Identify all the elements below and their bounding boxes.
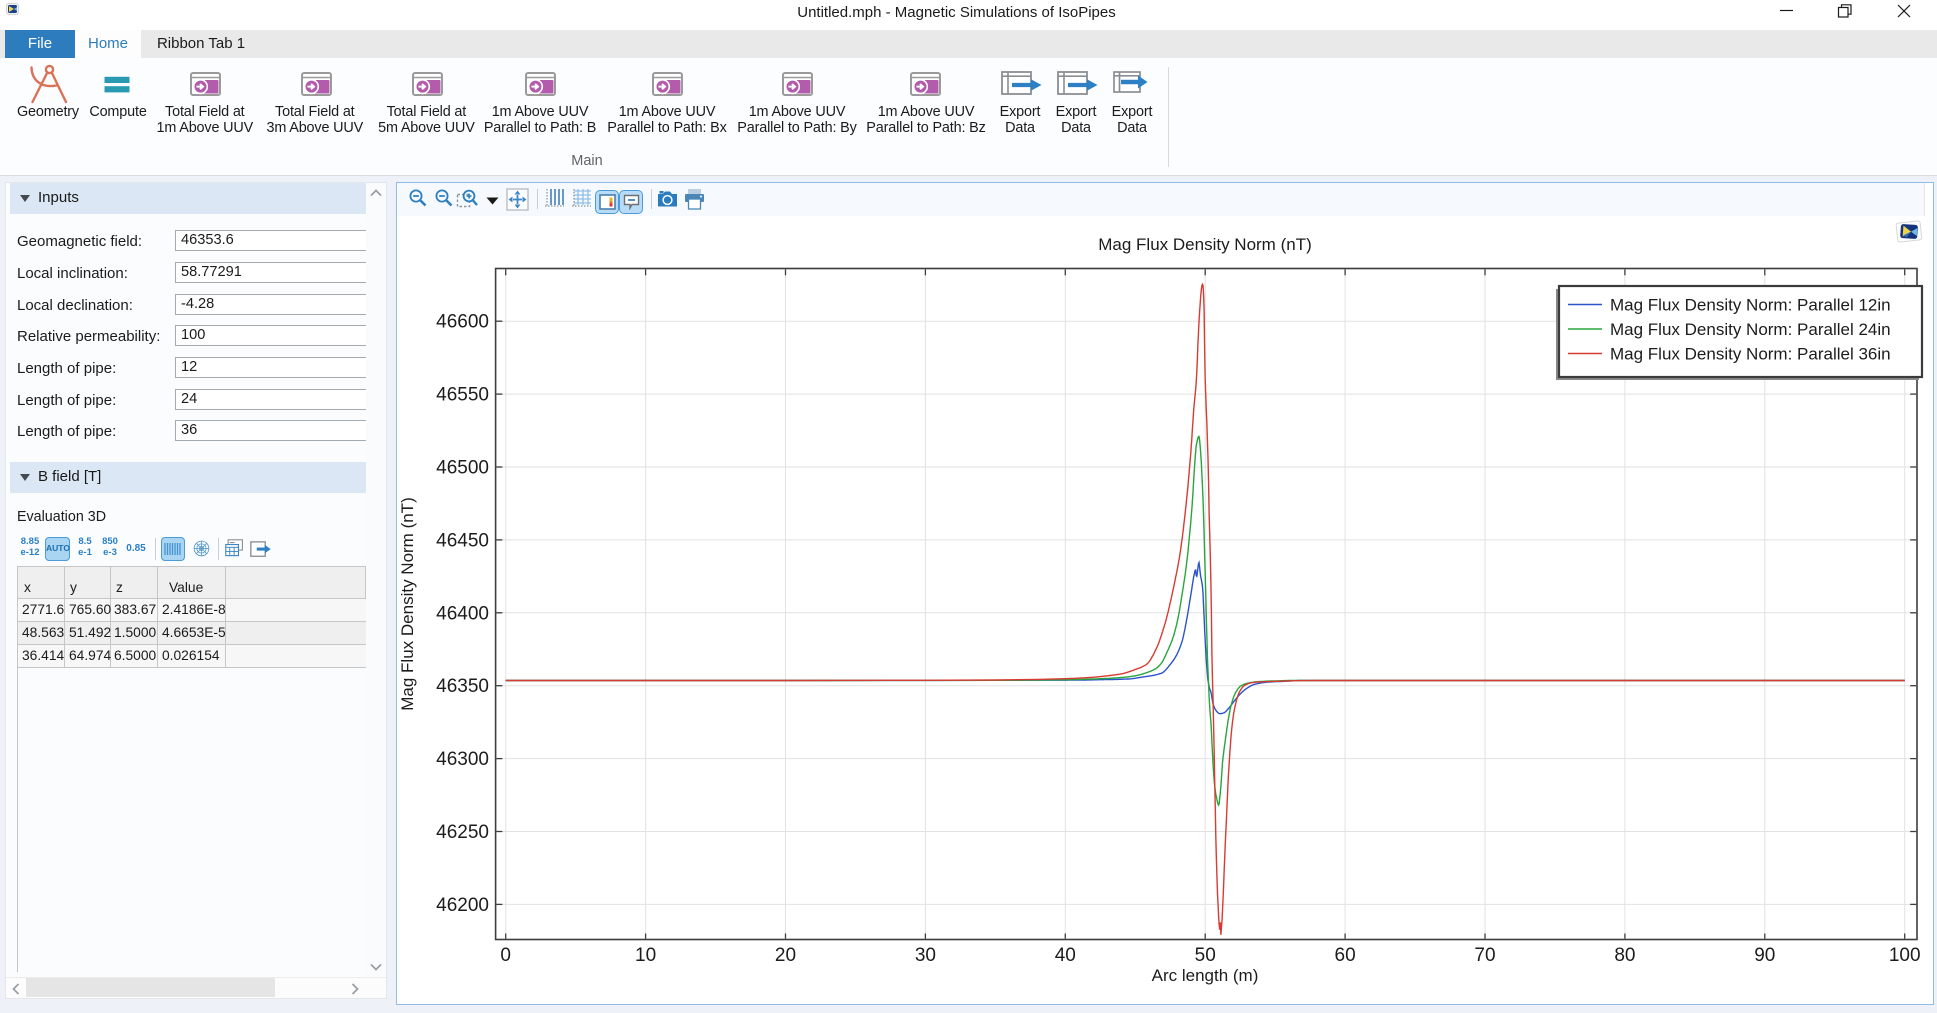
svg-text:40: 40 — [1055, 945, 1076, 966]
svg-text:46500: 46500 — [436, 458, 489, 479]
svg-text:46550: 46550 — [436, 385, 489, 406]
svg-text:46350: 46350 — [436, 676, 489, 697]
svg-text:Mag Flux Density Norm (nT): Mag Flux Density Norm (nT) — [398, 497, 417, 710]
svg-text:46200: 46200 — [436, 895, 489, 916]
svg-text:100: 100 — [1889, 945, 1921, 966]
svg-text:Mag Flux Density Norm (nT): Mag Flux Density Norm (nT) — [1098, 235, 1311, 254]
svg-text:90: 90 — [1754, 945, 1775, 966]
svg-text:0: 0 — [500, 945, 511, 966]
svg-text:30: 30 — [915, 945, 936, 966]
svg-text:46450: 46450 — [436, 530, 489, 551]
svg-text:60: 60 — [1335, 945, 1356, 966]
svg-text:Mag Flux Density Norm: Paralle: Mag Flux Density Norm: Parallel 12in — [1610, 296, 1891, 315]
svg-text:46250: 46250 — [436, 822, 489, 843]
svg-text:50: 50 — [1195, 945, 1216, 966]
svg-text:80: 80 — [1614, 945, 1635, 966]
svg-text:Mag Flux Density Norm: Paralle: Mag Flux Density Norm: Parallel 36in — [1610, 345, 1891, 364]
svg-text:46400: 46400 — [436, 603, 489, 624]
svg-text:10: 10 — [635, 945, 656, 966]
svg-text:Arc length (m): Arc length (m) — [1152, 966, 1259, 985]
svg-text:46600: 46600 — [436, 312, 489, 333]
svg-text:Mag Flux Density Norm: Paralle: Mag Flux Density Norm: Parallel 24in — [1610, 320, 1891, 339]
svg-text:20: 20 — [775, 945, 796, 966]
svg-text:70: 70 — [1474, 945, 1495, 966]
svg-text:46300: 46300 — [436, 749, 489, 770]
